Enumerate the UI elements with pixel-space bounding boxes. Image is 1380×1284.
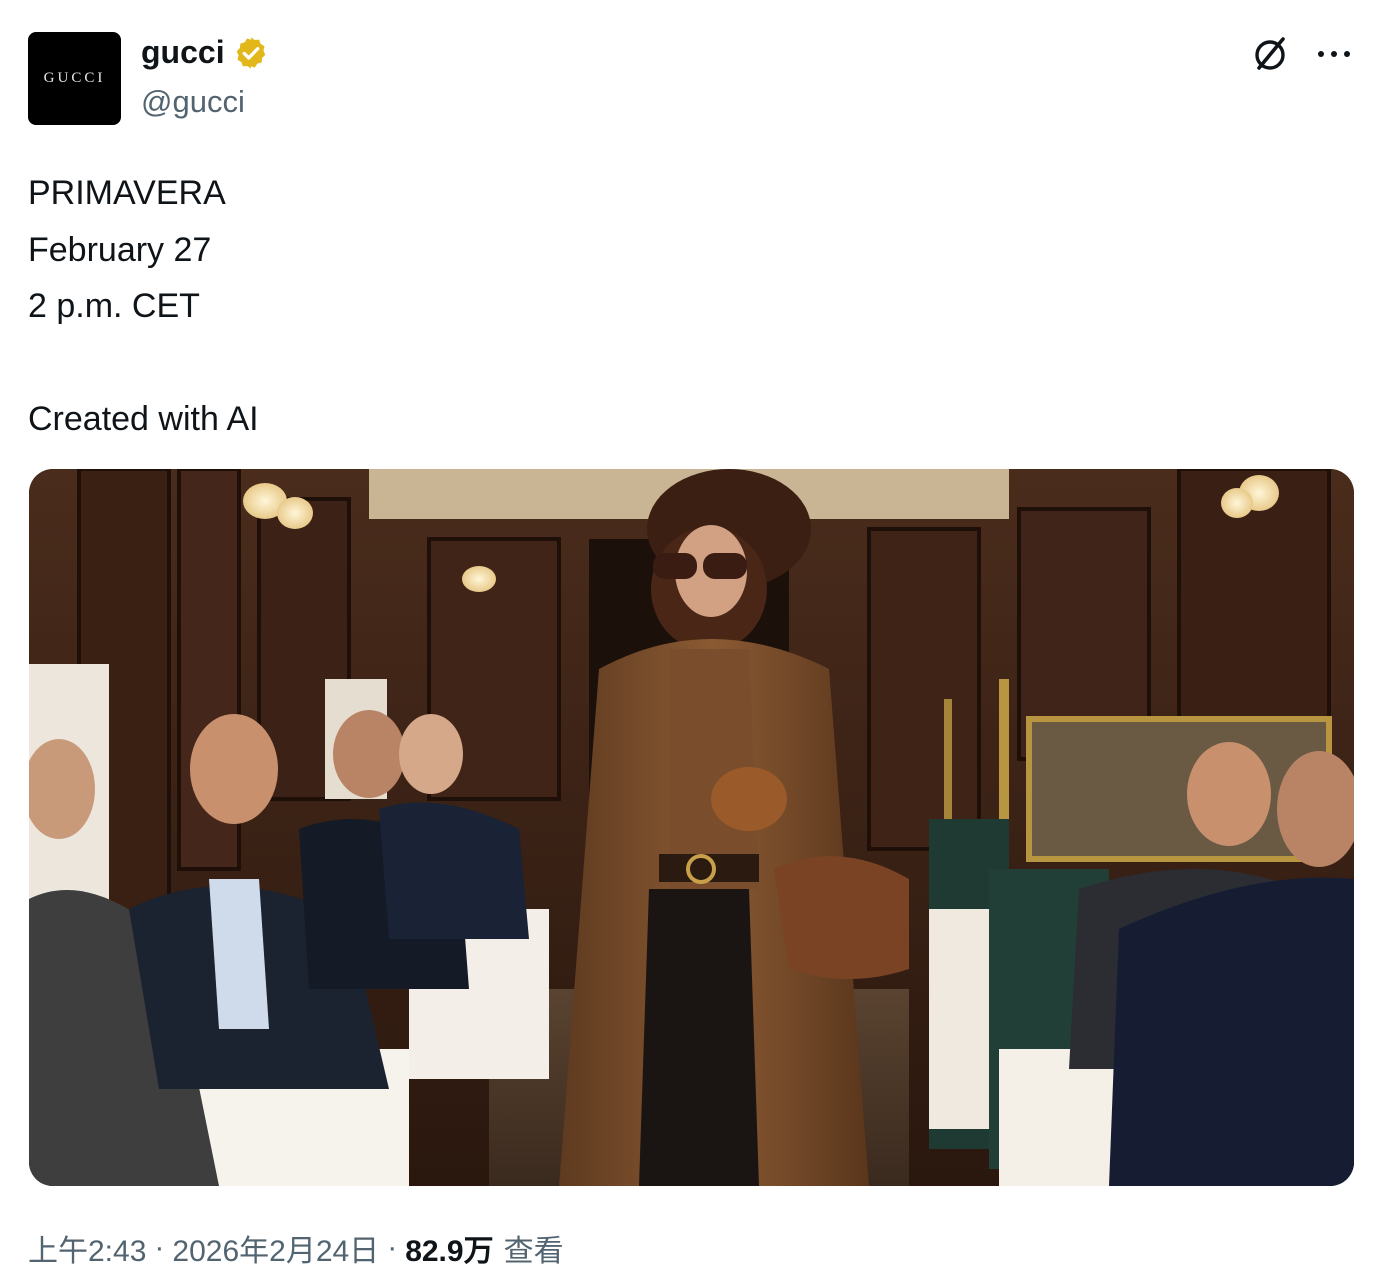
- meta-separator: ·: [387, 1231, 398, 1264]
- display-name[interactable]: gucci: [141, 34, 225, 71]
- tweet-meta: 上午2:43 · 2026年2月24日 · 82.9万 查看: [28, 1226, 564, 1270]
- views-count: 82.9万: [405, 1235, 494, 1268]
- tweet-text: PRIMAVERA February 27 2 p.m. CET Created…: [28, 165, 259, 448]
- avatar[interactable]: GUCCI: [28, 32, 121, 125]
- author-handle[interactable]: @gucci: [141, 84, 245, 120]
- tweet-line: 2 p.m. CET: [28, 287, 200, 325]
- grok-icon[interactable]: [1250, 34, 1290, 74]
- tweet-line: PRIMAVERA: [28, 174, 226, 212]
- tweet-date[interactable]: 2026年2月24日: [172, 1226, 379, 1270]
- author-name-row: gucci: [141, 34, 269, 71]
- views-label: 查看: [503, 1235, 564, 1268]
- avatar-logo-text: GUCCI: [43, 70, 106, 86]
- restaurant-scene-image: [29, 469, 1354, 1186]
- verified-badge-icon: [236, 36, 265, 69]
- tweet-line: Created with AI: [28, 400, 259, 438]
- meta-separator: ·: [154, 1231, 165, 1264]
- more-icon[interactable]: [1312, 36, 1356, 72]
- tweet-media-image[interactable]: [29, 469, 1354, 1186]
- tweet-line: February 27: [28, 230, 212, 269]
- tweet-time[interactable]: 上午2:43: [28, 1226, 146, 1270]
